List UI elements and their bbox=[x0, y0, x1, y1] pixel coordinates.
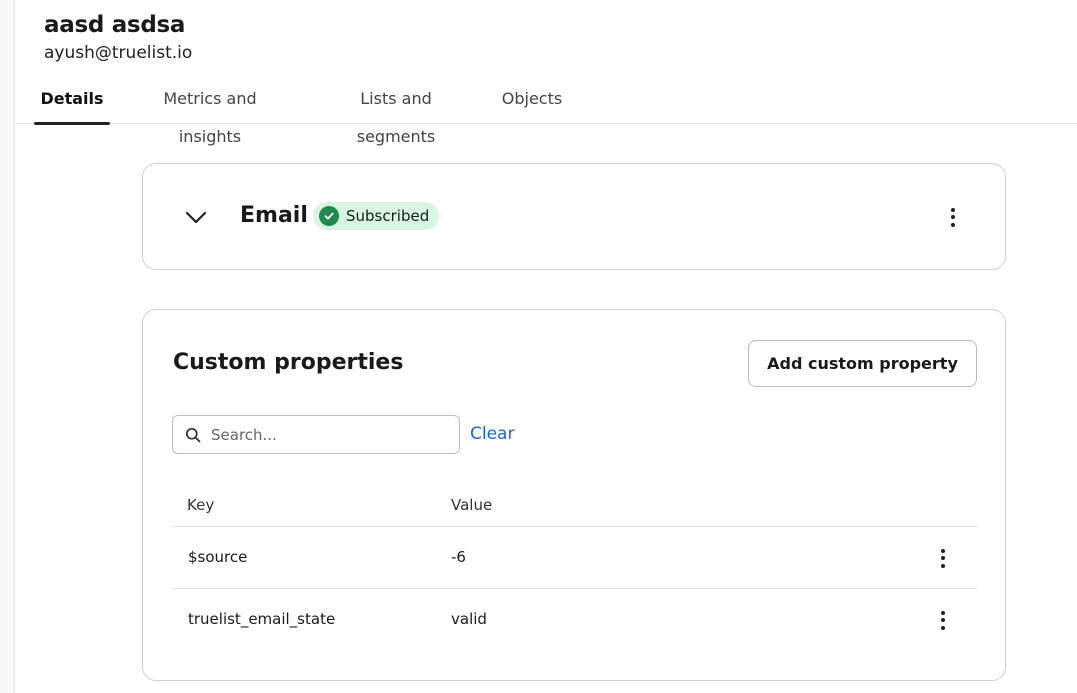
kebab-menu-icon[interactable] bbox=[943, 205, 963, 229]
add-custom-property-button[interactable]: Add custom property bbox=[748, 340, 977, 387]
status-badge-label: Subscribed bbox=[346, 207, 430, 225]
profile-email: ayush@truelist.io bbox=[44, 43, 193, 63]
row-kebab-menu-icon[interactable] bbox=[933, 546, 953, 570]
search-field bbox=[172, 415, 460, 454]
column-header-value: Value bbox=[451, 496, 493, 514]
table-row: truelist_email_state valid bbox=[172, 589, 977, 651]
email-channel-label: Email bbox=[240, 203, 308, 228]
property-value: -6 bbox=[451, 548, 466, 566]
profile-header: aasd asdsa ayush@truelist.io bbox=[44, 10, 192, 63]
check-circle-icon bbox=[319, 206, 339, 226]
search-input[interactable] bbox=[211, 424, 451, 446]
chevron-down-icon[interactable] bbox=[183, 204, 209, 230]
clear-link[interactable]: Clear bbox=[470, 424, 514, 444]
status-badge: Subscribed bbox=[313, 202, 440, 230]
table-row: $source -6 bbox=[172, 527, 977, 589]
column-header-key: Key bbox=[187, 496, 215, 514]
custom-properties-title: Custom properties bbox=[173, 350, 404, 375]
sidebar-edge bbox=[0, 0, 15, 693]
table-header: Key Value bbox=[172, 484, 977, 527]
email-channel-card: Email Subscribed bbox=[142, 163, 1006, 270]
property-key: $source bbox=[188, 548, 248, 566]
property-key: truelist_email_state bbox=[188, 610, 336, 628]
tab-objects[interactable]: Objects bbox=[501, 80, 563, 124]
search-icon bbox=[185, 427, 201, 443]
profile-name: aasd asdsa bbox=[44, 12, 186, 38]
properties-table: Key Value $source -6 truelist_email_stat… bbox=[172, 484, 977, 651]
tab-metrics-and-insights[interactable]: Metrics and insights bbox=[131, 80, 289, 146]
tab-details[interactable]: Details bbox=[34, 80, 110, 125]
custom-properties-card: Custom properties Add custom property Cl… bbox=[142, 309, 1006, 681]
tab-lists-and-segments[interactable]: Lists and segments bbox=[320, 80, 472, 146]
row-kebab-menu-icon[interactable] bbox=[933, 608, 953, 632]
tab-bar: Details Metrics and insights Lists and s… bbox=[16, 80, 1077, 146]
property-value: valid bbox=[451, 610, 487, 628]
